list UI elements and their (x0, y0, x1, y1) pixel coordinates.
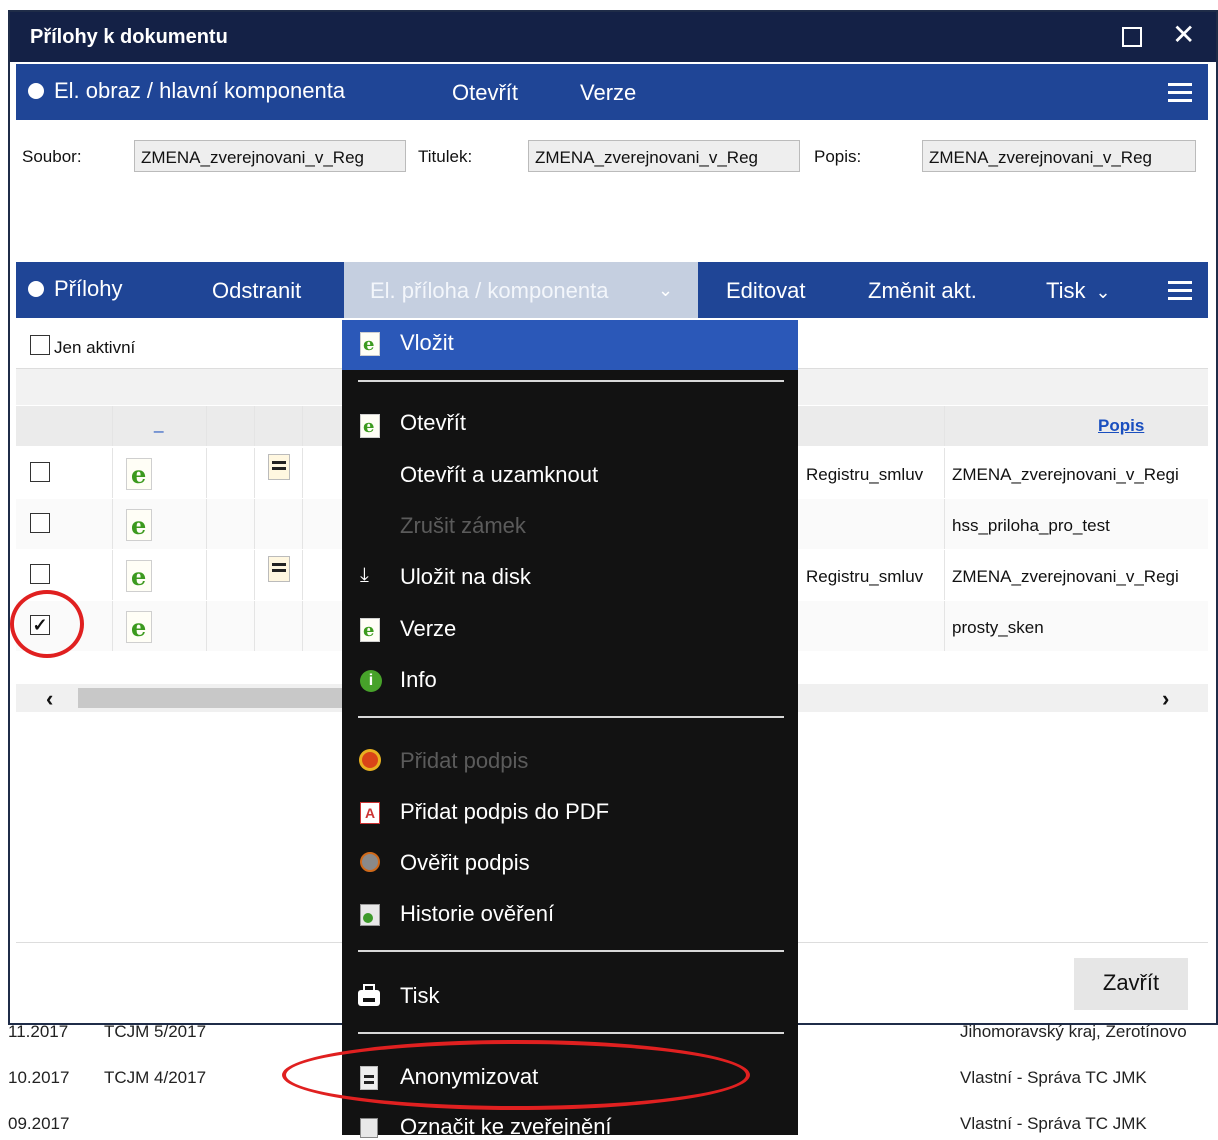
chevron-down-icon: ⌄ (1095, 282, 1111, 302)
bg-row-date: 11.2017 (8, 1022, 69, 1041)
maximize-icon[interactable] (1122, 27, 1142, 47)
component-dropdown-button[interactable]: El. příloha / komponenta ⌄ (344, 262, 698, 318)
attachments-band: Přílohy Odstranit El. příloha / komponen… (16, 262, 1208, 318)
menu-item-open[interactable]: Otevřít (400, 410, 466, 436)
print-dropdown-label: Tisk (1046, 278, 1086, 303)
menu-separator (358, 380, 784, 382)
main-component-radio[interactable]: El. obraz / hlavní komponenta (28, 78, 345, 104)
row-name: Registru_smluv (806, 567, 924, 586)
bg-row-party: Jihomoravský kraj, Žerotínovo (960, 1022, 1187, 1041)
menu-item-cancel-lock: Zrušit zámek (400, 513, 526, 538)
e-document-icon: e (126, 560, 152, 592)
close-button[interactable]: Zavřít (1074, 958, 1188, 1010)
menu-item-open-lock[interactable]: Otevřít a uzamknout (400, 462, 598, 488)
menu-separator (358, 716, 784, 718)
row-checkbox[interactable] (30, 564, 50, 584)
menu-item-save-disk[interactable]: Uložit na disk (400, 564, 531, 590)
row-desc: ZMENA_zverejnovani_v_Regi (952, 567, 1179, 586)
publish-icon (360, 1118, 378, 1138)
row-desc: hss_priloha_pro_test (952, 516, 1110, 535)
versions-icon: e (360, 618, 380, 642)
e-document-icon: e (126, 458, 152, 490)
only-active-label: Jen aktivní (54, 338, 136, 357)
history-icon (360, 904, 380, 926)
radio-dot-icon (28, 281, 44, 297)
menu-item-print[interactable]: Tisk (400, 983, 440, 1009)
print-dropdown-button[interactable]: Tisk ⌄ (1046, 278, 1111, 304)
menu-item-versions[interactable]: Verze (400, 616, 456, 642)
bg-row-date: 09.2017 (8, 1114, 70, 1133)
checkbox-highlight-circle (10, 590, 84, 658)
pdf-icon: A (360, 802, 380, 824)
open-button[interactable]: Otevřít (452, 80, 518, 106)
bg-row-party: Vlastní - Správa TC JMK (960, 1068, 1147, 1087)
bg-row-ref: TCJM 4/2017 (104, 1068, 207, 1087)
menu-separator (358, 950, 784, 952)
row-desc: ZMENA_zverejnovani_v_Regi (952, 465, 1179, 484)
e-document-icon: e (126, 509, 152, 541)
main-component-label: El. obraz / hlavní komponenta (54, 78, 346, 103)
component-dropdown-label: El. příloha / komponenta (370, 278, 609, 303)
scrollbar-thumb[interactable] (78, 688, 348, 708)
bg-row-date: 10.2017 (8, 1068, 70, 1087)
col-header-marker[interactable]: _ (154, 414, 163, 434)
caption-field[interactable]: ZMENA_zverejnovani_v_Reg (528, 140, 800, 172)
dialog-title: Přílohy k dokumentu (30, 26, 228, 48)
verify-seal-icon (360, 852, 380, 872)
download-icon: ⤓ (360, 564, 369, 586)
row-checkbox[interactable] (30, 513, 50, 533)
main-component-band: El. obraz / hlavní komponenta Otevřít Ve… (16, 64, 1208, 120)
dialog-titlebar: Přílohy k dokumentu ✕ (10, 12, 1216, 62)
close-icon[interactable]: ✕ (1172, 20, 1195, 50)
scroll-right-icon[interactable]: › (1162, 686, 1169, 712)
signature-seal-icon (362, 752, 378, 768)
versions-button[interactable]: Verze (580, 80, 636, 106)
anonymize-highlight-ellipse (282, 1040, 750, 1110)
change-active-button[interactable]: Změnit akt. (868, 278, 977, 304)
menu-item-add-sign: Přidat podpis (400, 748, 529, 773)
file-label: Soubor: (22, 147, 82, 166)
attachments-label: Přílohy (54, 276, 123, 301)
menu-item-info[interactable]: Info (400, 667, 437, 693)
e-document-icon: e (126, 611, 152, 643)
scroll-left-icon[interactable]: ‹ (46, 686, 53, 712)
edit-button[interactable]: Editovat (726, 278, 806, 304)
attachments-radio[interactable]: Přílohy (28, 276, 122, 302)
menu-separator (358, 1032, 784, 1034)
e-insert-icon: e (360, 332, 380, 356)
component-dropdown-menu: e Vložit e Otevřít Otevřít a uzamknout Z… (342, 320, 798, 1139)
radio-dot-icon (28, 83, 44, 99)
desc-field[interactable]: ZMENA_zverejnovani_v_Reg (922, 140, 1196, 172)
text-document-icon (268, 454, 290, 480)
menu-item-verify-sign[interactable]: Ověřit podpis (400, 850, 530, 876)
row-name: Registru_smluv (806, 465, 924, 484)
file-field[interactable]: ZMENA_zverejnovani_v_Reg (134, 140, 406, 172)
desc-label: Popis: (814, 147, 862, 166)
col-header-desc[interactable]: Popis (1098, 416, 1144, 436)
menu-item-verify-history[interactable]: Historie ověření (400, 901, 554, 927)
menu-item-add-sign-pdf[interactable]: Přidat podpis do PDF (400, 799, 609, 825)
caption-label: Titulek: (418, 147, 473, 166)
menu-item-insert[interactable]: e Vložit (342, 320, 798, 370)
menu-item-insert-label: Vložit (400, 330, 454, 355)
row-desc: prosty_sken (952, 618, 1044, 637)
bg-row-party: Vlastní - Správa TC JMK (960, 1114, 1147, 1133)
main-menu-icon[interactable] (1168, 91, 1192, 94)
e-document-icon: e (360, 414, 380, 438)
remove-button[interactable]: Odstranit (212, 278, 301, 304)
text-document-icon (268, 556, 290, 582)
printer-icon (358, 984, 380, 1006)
bg-row-ref: TCJM 5/2017 (104, 1022, 207, 1041)
only-active-checkbox[interactable] (30, 335, 50, 355)
row-checkbox[interactable] (30, 462, 50, 482)
menu-item-mark-publish[interactable]: Označit ke zveřejnění (400, 1114, 612, 1140)
chevron-down-icon: ⌄ (658, 280, 674, 300)
info-icon: i (360, 670, 382, 692)
attachments-menu-icon[interactable] (1168, 289, 1192, 292)
close-button-label: Zavřít (1102, 970, 1160, 995)
